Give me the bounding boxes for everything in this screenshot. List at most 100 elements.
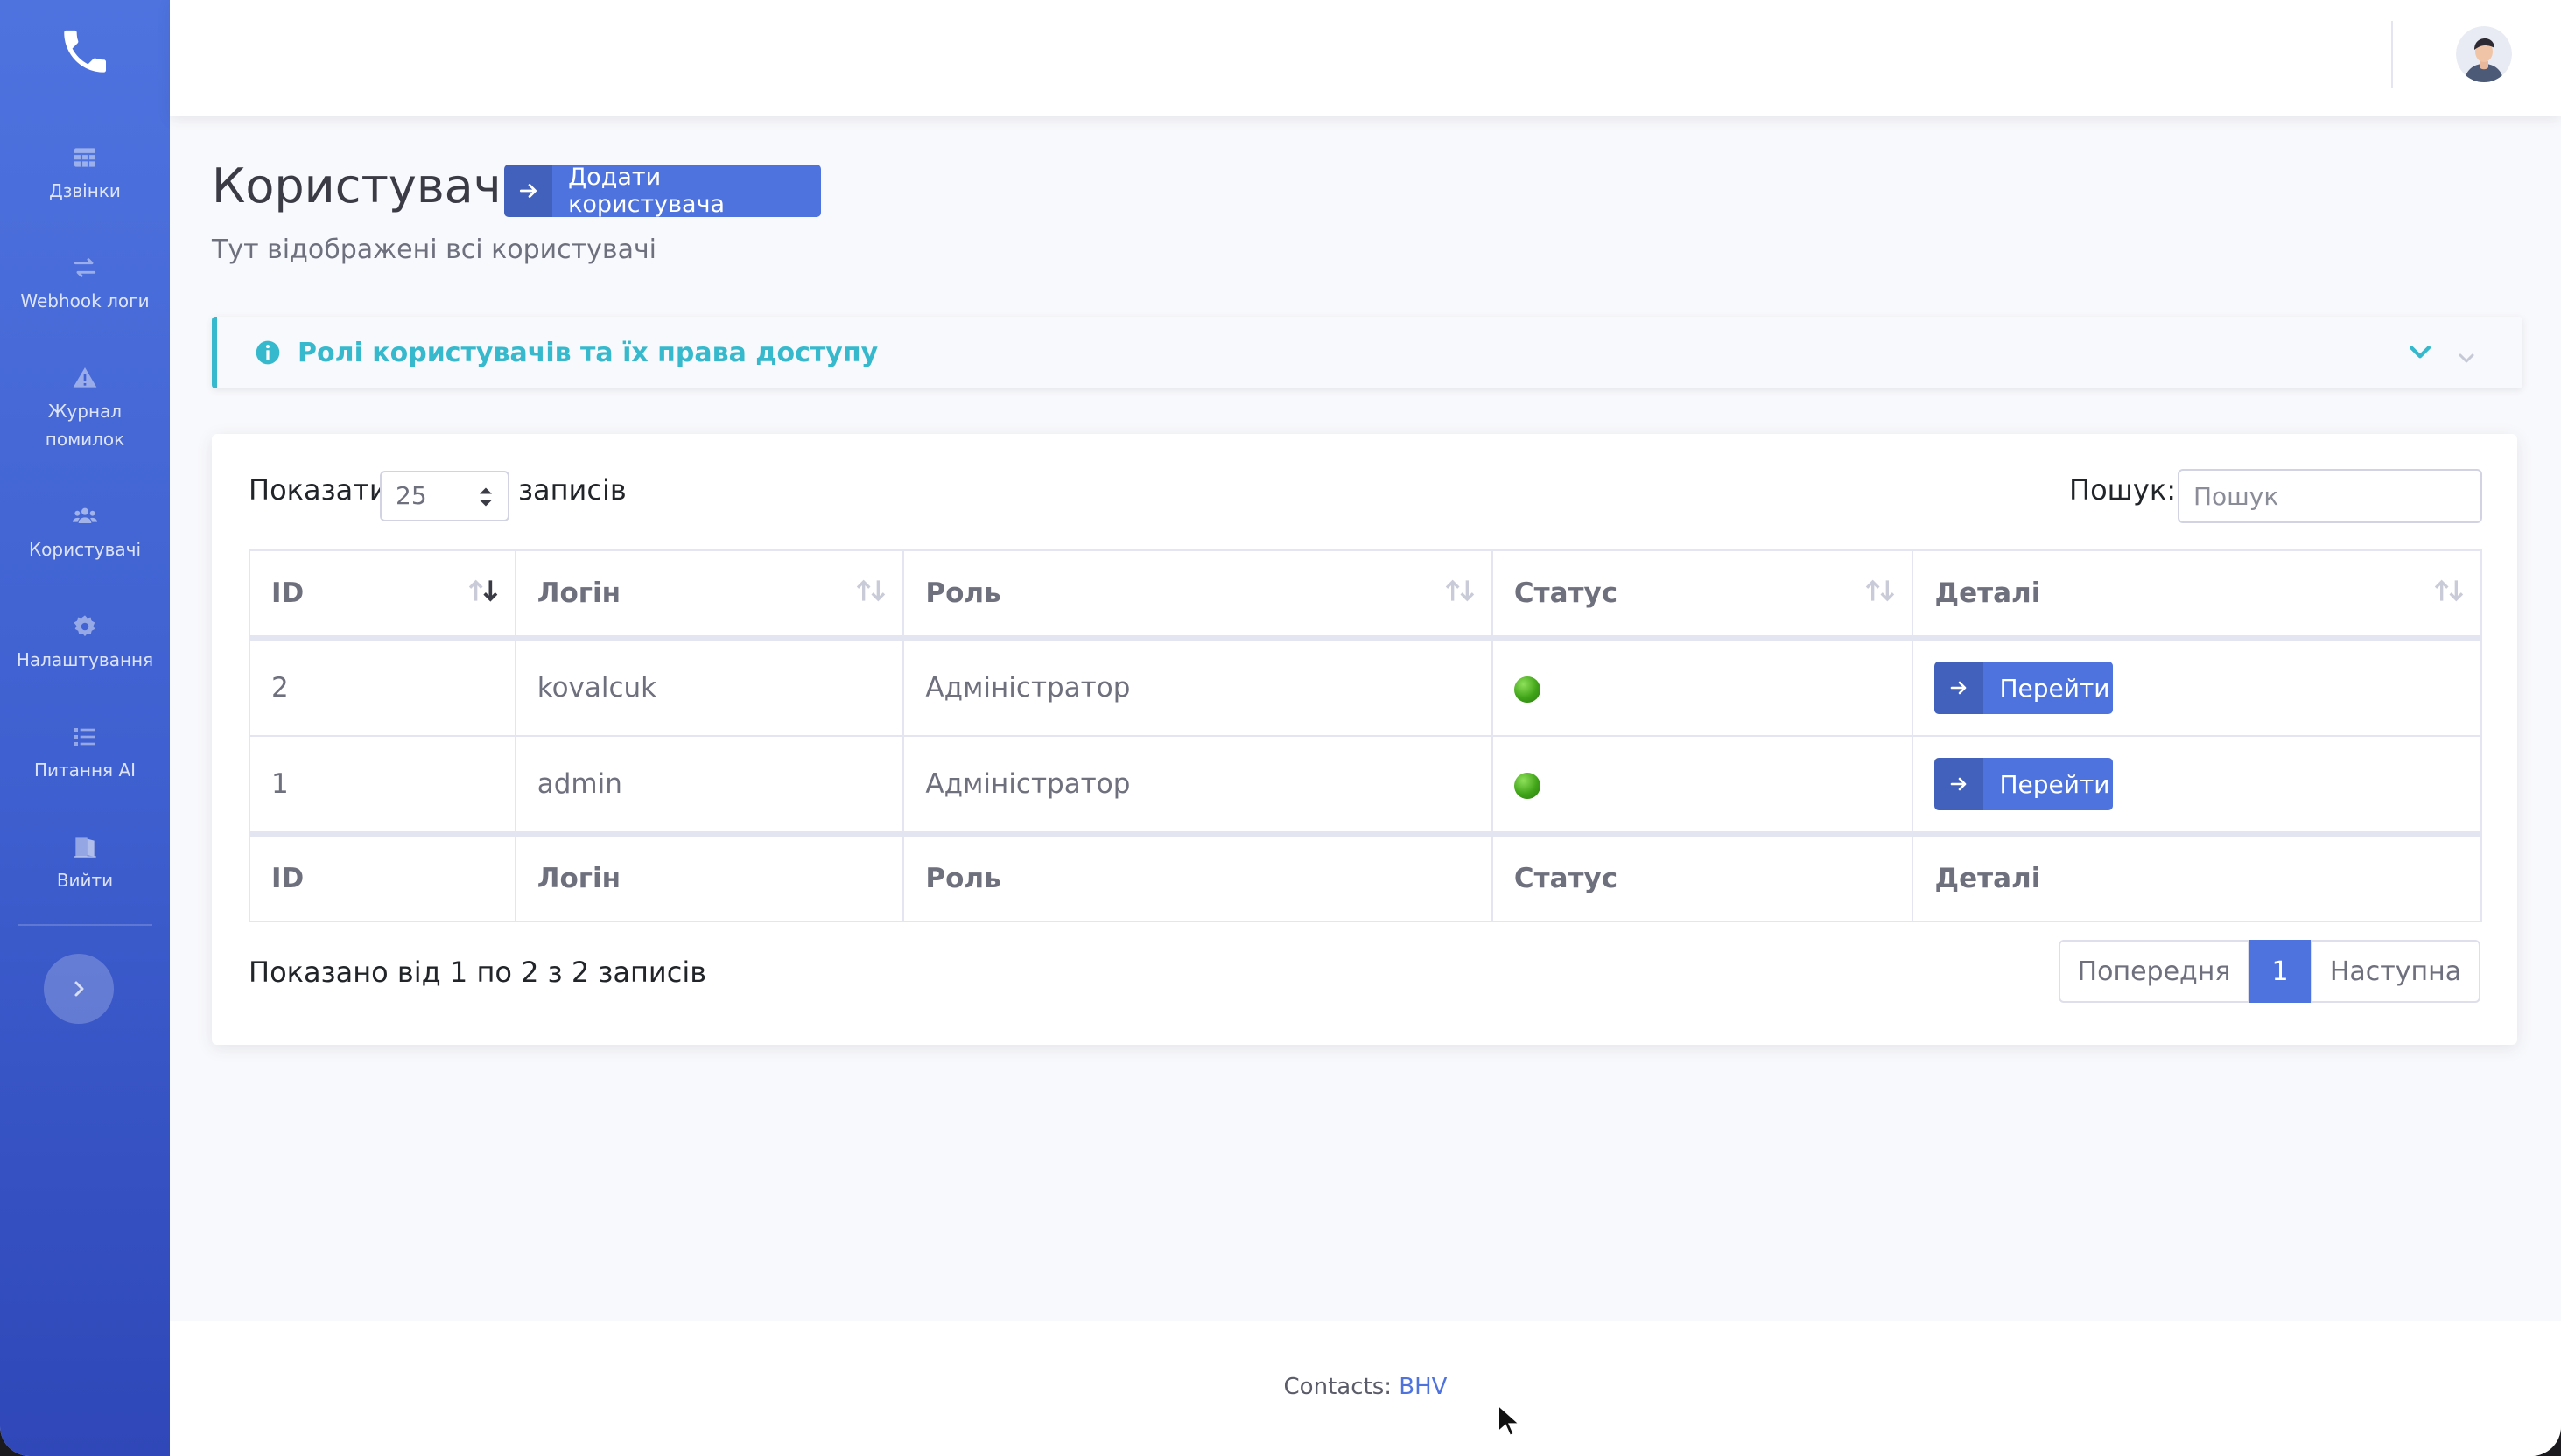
table-row: 1 admin Адміністратор Перейти — [249, 735, 2482, 835]
page-subtitle: Тут відображені всі користувачі — [212, 234, 657, 265]
topbar-divider — [2391, 21, 2393, 88]
page-length-value: 25 — [396, 481, 427, 510]
column-footer-role: Роль — [902, 831, 1493, 922]
door-exit-icon — [74, 837, 96, 858]
column-header-label: Статус — [1513, 578, 1618, 609]
page-length-select[interactable]: 25 — [380, 471, 509, 522]
footer-contacts-link[interactable]: BHV — [1399, 1374, 1447, 1400]
list-icon — [74, 728, 95, 746]
users-table: ID Логін Роль Статус Деталі 2 kovalcuk А… — [249, 550, 2482, 922]
cell-role: Адміністратор — [902, 637, 1493, 737]
status-active-dot — [1513, 676, 1540, 703]
column-header-label: Роль — [925, 578, 1001, 609]
arrow-right-icon — [1934, 758, 1984, 810]
details-button[interactable]: Перейти — [1934, 662, 2114, 714]
cell-status — [1491, 637, 1914, 737]
sidebar-item-label: Питання AI — [33, 760, 137, 780]
arrow-right-icon — [1934, 662, 1984, 714]
add-user-button[interactable]: Додати користувача — [504, 164, 821, 218]
column-footer-details: Деталі — [1912, 831, 2482, 922]
phone-icon — [64, 30, 106, 73]
warning-icon — [73, 368, 97, 388]
column-footer-login: Логін — [514, 831, 905, 922]
column-header-label: ID — [271, 578, 305, 609]
cell-role: Адміністратор — [902, 735, 1493, 835]
pagination-page-current[interactable]: 1 — [2249, 940, 2311, 1003]
add-user-button-label: Додати користувача — [568, 164, 726, 218]
search-input[interactable] — [2178, 469, 2482, 523]
cell-details: Перейти — [1912, 637, 2482, 737]
column-header-role[interactable]: Роль — [902, 550, 1493, 640]
page-length-suffix: записів — [518, 473, 627, 507]
sidebar-item-label: Користувачі — [28, 539, 142, 560]
sidebar: Дзвінки Webhook логи Журнал помилок Кори… — [0, 0, 170, 1456]
mouse-cursor-icon — [1498, 1404, 1521, 1437]
sidebar-item-label: Webhook логи — [20, 290, 150, 312]
sidebar-item-error-log[interactable]: Журнал помилок — [0, 364, 170, 453]
sidebar-item-label: Дзвінки — [49, 180, 121, 201]
user-avatar[interactable] — [2456, 26, 2512, 82]
column-header-label: Логін — [537, 578, 621, 609]
cell-details: Перейти — [1912, 735, 2482, 835]
sidebar-item-ai-questions[interactable]: Питання AI — [0, 723, 170, 784]
roles-info-panel[interactable]: Ролі користувачів та їх права доступу — [212, 317, 2522, 388]
sidebar-item-logout[interactable]: Вийти — [0, 833, 170, 894]
footer: Contacts: BHV — [170, 1321, 2561, 1456]
details-button[interactable]: Перейти — [1934, 758, 2114, 810]
cell-id: 2 — [249, 637, 516, 737]
search-label: Пошук: — [2069, 473, 2176, 507]
sidebar-item-calls[interactable]: Дзвінки — [0, 144, 170, 205]
users-table-card: Показати 25 записів Пошук: ID Логін Роль — [212, 434, 2517, 1045]
cell-status — [1491, 735, 1914, 835]
arrow-right-icon — [504, 164, 553, 217]
chevron-down-icon[interactable] — [2405, 338, 2435, 368]
brand-logo[interactable] — [0, 0, 170, 105]
gear-icon — [74, 615, 95, 637]
app-window: Дзвінки Webhook логи Журнал помилок Кори… — [0, 0, 2561, 1456]
roles-info-title: Ролі користувачів та їх права доступу — [298, 337, 879, 368]
sort-icon — [1445, 579, 1475, 602]
sort-icon — [1866, 579, 1895, 602]
sort-icon — [2434, 579, 2464, 602]
column-header-id[interactable]: ID — [249, 550, 516, 640]
cell-login: kovalcuk — [514, 637, 905, 737]
column-footer-status: Статус — [1491, 831, 1914, 922]
column-header-status[interactable]: Статус — [1491, 550, 1914, 640]
details-button-label: Перейти — [1999, 769, 2110, 799]
sidebar-item-settings[interactable]: Налаштування — [0, 612, 170, 674]
table-row: 2 kovalcuk Адміністратор Перейти — [249, 637, 2482, 737]
cell-id: 1 — [249, 735, 516, 835]
avatar-icon — [2456, 26, 2512, 82]
pagination-previous[interactable]: Попередня — [2059, 940, 2249, 1003]
table-icon — [74, 148, 95, 167]
footer-contacts: Contacts: BHV — [170, 1374, 2561, 1400]
pagination-next[interactable]: Наступна — [2311, 940, 2480, 1003]
sort-ascending-icon — [468, 579, 498, 602]
sidebar-divider — [18, 924, 152, 926]
column-header-login[interactable]: Логін — [514, 550, 905, 640]
page-title: Користувачі — [212, 158, 515, 214]
users-icon — [73, 508, 97, 523]
sidebar-item-label: Журнал помилок — [45, 401, 125, 450]
status-active-dot — [1513, 772, 1540, 799]
collapse-chevron-icon[interactable] — [2456, 348, 2477, 369]
footer-contacts-label: Contacts: — [1283, 1374, 1392, 1400]
sidebar-toggle-button[interactable] — [44, 954, 114, 1024]
sidebar-item-users[interactable]: Користувачі — [0, 502, 170, 564]
sidebar-item-label: Вийти — [56, 870, 114, 891]
cell-login: admin — [514, 735, 905, 835]
info-circle-icon — [256, 340, 280, 365]
column-header-details[interactable]: Деталі — [1912, 550, 2482, 640]
pagination: Попередня 1 Наступна — [2059, 940, 2480, 1003]
column-header-label: Деталі — [1934, 578, 2041, 609]
sidebar-item-label: Налаштування — [16, 649, 154, 670]
column-footer-id: ID — [249, 831, 516, 922]
sort-icon — [857, 579, 886, 602]
sidebar-item-webhook-logs[interactable]: Webhook логи — [0, 254, 170, 315]
exchange-icon — [74, 258, 96, 277]
chevron-right-icon — [74, 981, 84, 997]
page-length-label: Показати — [249, 473, 388, 507]
topbar — [170, 0, 2561, 116]
table-info: Показано від 1 по 2 з 2 записів — [249, 956, 707, 989]
details-button-label: Перейти — [1999, 673, 2110, 703]
